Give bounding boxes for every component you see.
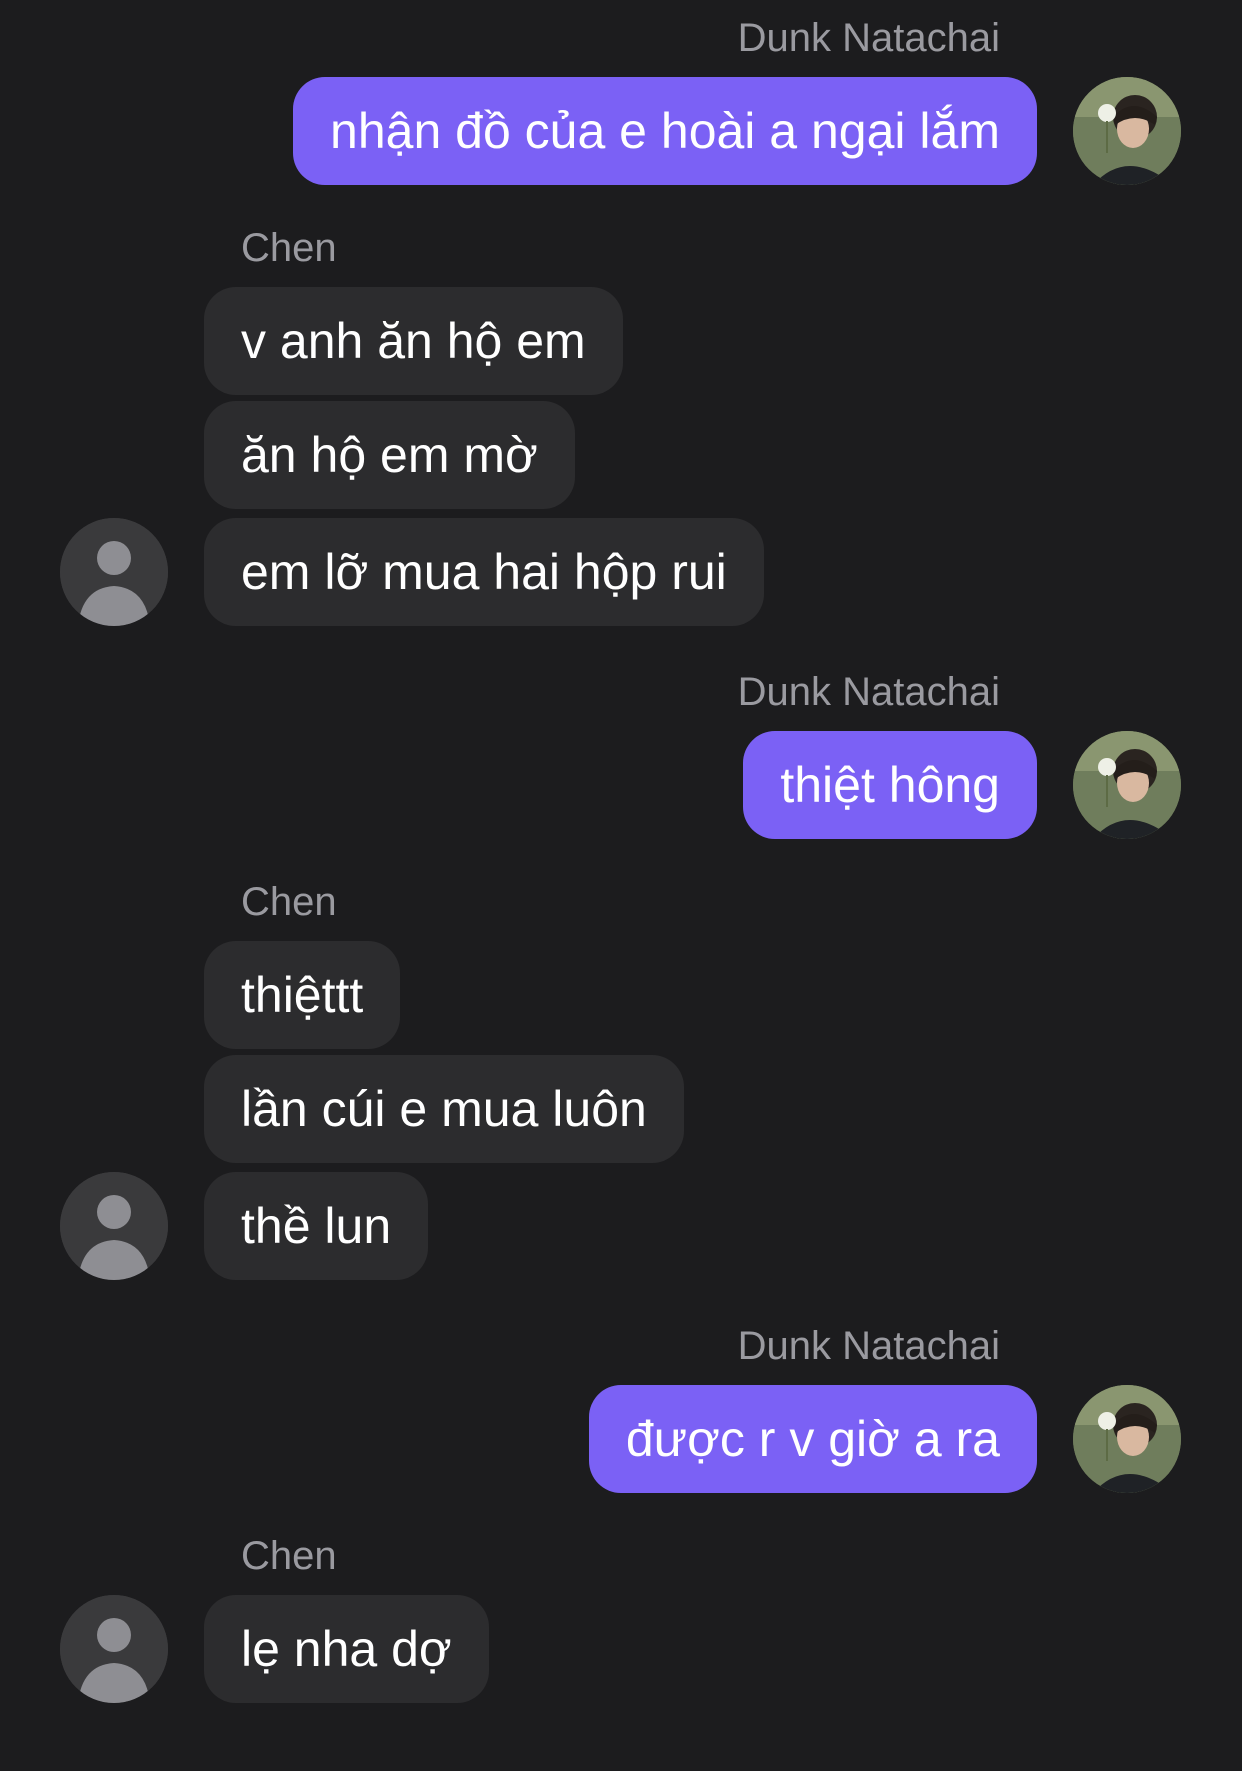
- sender-name: Chen: [241, 880, 337, 924]
- message-bubble-outgoing[interactable]: nhận đồ của e hoài a ngại lắm: [293, 77, 1037, 185]
- message-bubble-incoming[interactable]: em lỡ mua hai hộp rui: [204, 518, 764, 626]
- default-person-icon: [60, 1172, 168, 1280]
- sender-name: Chen: [241, 226, 337, 270]
- sender-name: Dunk Natachai: [737, 16, 1000, 60]
- message-bubble-outgoing[interactable]: thiệt hông: [743, 731, 1037, 839]
- chat-thread: Dunk Natachai nhận đồ của e hoài a ngại …: [0, 0, 1242, 1771]
- message-bubble-incoming[interactable]: thiệttt: [204, 941, 401, 1049]
- sender-name: Chen: [241, 1534, 337, 1578]
- message-bubble-incoming[interactable]: thề lun: [204, 1172, 429, 1280]
- message-bubble-incoming[interactable]: ăn hộ em mờ: [204, 401, 575, 509]
- contact-avatar[interactable]: [60, 518, 168, 626]
- message-bubble-incoming[interactable]: lần cúi e mua luôn: [204, 1055, 684, 1163]
- message-bubble-outgoing[interactable]: được r v giờ a ra: [588, 1385, 1037, 1493]
- default-person-icon: [60, 1595, 168, 1703]
- message-bubble-incoming[interactable]: lẹ nha dợ: [204, 1595, 489, 1703]
- message-bubble-incoming[interactable]: v anh ăn hộ em: [204, 287, 623, 395]
- user-avatar-photo[interactable]: [1073, 731, 1181, 839]
- sender-name: Dunk Natachai: [737, 1324, 1000, 1368]
- contact-avatar[interactable]: [60, 1595, 168, 1703]
- user-avatar-photo[interactable]: [1073, 1385, 1181, 1493]
- default-person-icon: [60, 518, 168, 626]
- contact-avatar[interactable]: [60, 1172, 168, 1280]
- user-avatar-photo[interactable]: [1073, 77, 1181, 185]
- sender-name: Dunk Natachai: [737, 670, 1000, 714]
